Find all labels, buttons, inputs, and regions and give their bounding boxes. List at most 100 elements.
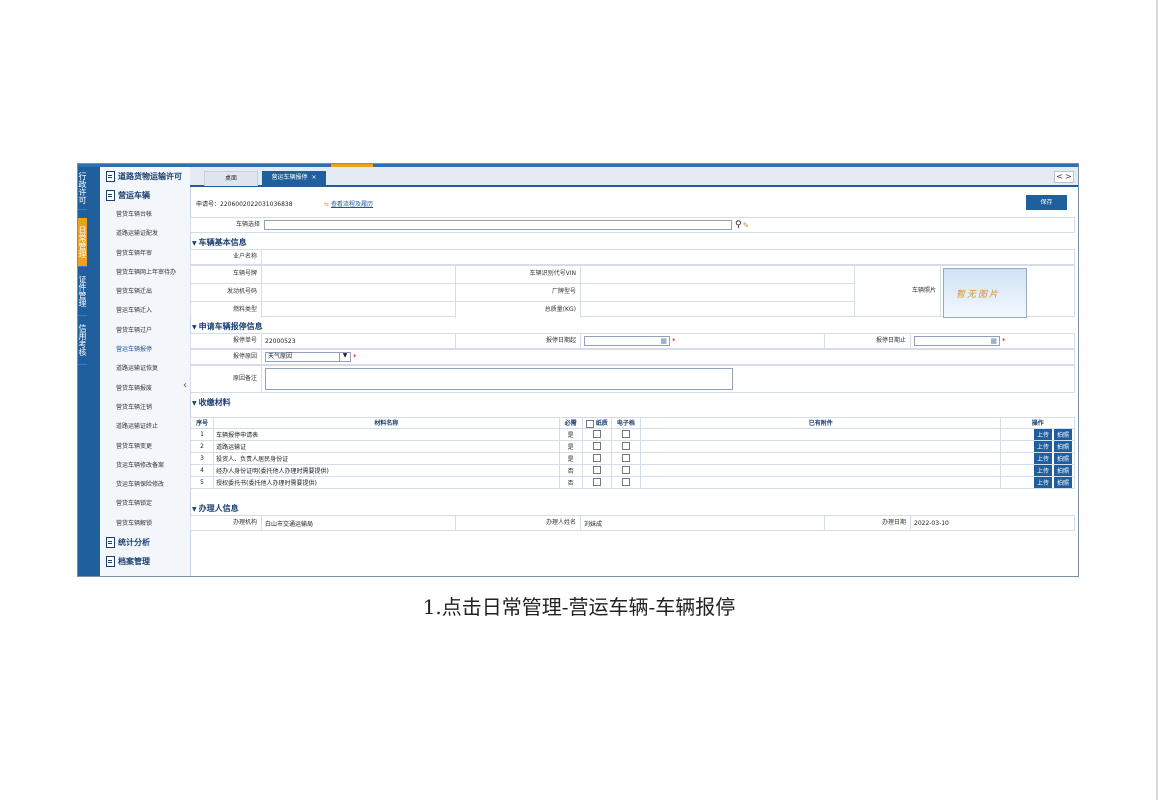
paper-checkbox[interactable] bbox=[592, 454, 601, 462]
remark-label: 原因备注 bbox=[191, 366, 261, 392]
mass-label: 总质量(KG) bbox=[455, 302, 580, 318]
org-value: 白山市交通运输局 bbox=[261, 516, 455, 530]
menu-item[interactable]: 营货车辆报废 bbox=[100, 379, 190, 398]
required-mark: * bbox=[672, 337, 676, 345]
menu-item[interactable]: 营货车辆过户 bbox=[100, 321, 190, 340]
reason-select[interactable]: 天气原因 ▼ bbox=[265, 352, 351, 362]
row-attachments bbox=[640, 451, 1002, 465]
handle-date-label: 办理日期 bbox=[824, 516, 910, 530]
vehicle-select-row: 车辆选择 ⚲ ✎ bbox=[190, 217, 1075, 233]
tab-bar: 桌面 营运车辆报停 × < > bbox=[190, 167, 1078, 187]
side-tab-admin-license[interactable]: 行政许可 bbox=[78, 167, 87, 210]
menu-item[interactable]: 营货车辆年审 bbox=[100, 244, 190, 263]
section-apply: ▼ 申请车辆报停信息 bbox=[192, 321, 263, 332]
electronic-checkbox[interactable] bbox=[621, 454, 630, 462]
upload-button[interactable]: 上传 bbox=[1033, 476, 1052, 488]
vehicle-select-input[interactable] bbox=[264, 220, 732, 230]
search-icon[interactable]: ⚲ bbox=[735, 220, 742, 230]
row-required: 是 bbox=[558, 427, 583, 441]
photo-button[interactable]: 拍照 bbox=[1053, 452, 1072, 464]
chevron-down-icon[interactable]: ▼ bbox=[192, 506, 197, 513]
menu-item[interactable]: 营运车辆迁入 bbox=[100, 301, 190, 320]
main-content: 桌面 营运车辆报停 × < > 申请号：22060020220310368​38 … bbox=[189, 167, 1078, 576]
menu-item[interactable]: 货运车辆修改备案 bbox=[100, 456, 190, 475]
save-button[interactable]: 保存 bbox=[1026, 195, 1067, 210]
tab-vehicle-suspend[interactable]: 营运车辆报停 × bbox=[262, 171, 326, 185]
electronic-checkbox[interactable] bbox=[621, 478, 630, 486]
table-row: 4 经办人身份证明(委托他人办理时需要提供) 否 上传 拍照 bbox=[189, 463, 1075, 477]
electronic-checkbox[interactable] bbox=[621, 466, 630, 474]
calendar-icon[interactable]: ▦ bbox=[990, 337, 997, 345]
photo-button[interactable]: 拍照 bbox=[1053, 464, 1072, 476]
chevron-down-icon[interactable]: ▼ bbox=[339, 352, 350, 362]
row-material-name: 车辆报停申请表 bbox=[213, 427, 560, 441]
document-icon bbox=[106, 556, 115, 568]
photo-button[interactable]: 拍照 bbox=[1053, 428, 1072, 440]
clear-icon[interactable]: ✎ bbox=[743, 221, 750, 230]
apply-info-row: 申请号：22060020220310368​38 ⇆ 查看流程及履历 bbox=[190, 197, 1078, 209]
menu-item[interactable]: 道路运输证恢复 bbox=[100, 359, 190, 378]
menu-item[interactable]: 道路运输证配发 bbox=[100, 224, 190, 243]
menu-item[interactable]: 营货车辆台帐 bbox=[100, 205, 190, 224]
end-date-input[interactable]: ▦ bbox=[914, 336, 1000, 346]
mass-value bbox=[580, 302, 854, 318]
menu-item[interactable]: 营货车辆迁出 bbox=[100, 282, 190, 301]
side-tab-cert[interactable]: 证件管理 bbox=[78, 267, 87, 316]
section-title: 申请车辆报停信息 bbox=[198, 322, 263, 331]
menu-group-archive[interactable]: 档案管理 bbox=[100, 552, 190, 571]
chevron-down-icon[interactable]: ▼ bbox=[192, 400, 197, 407]
upload-button[interactable]: 上传 bbox=[1033, 428, 1052, 440]
start-date-input[interactable]: ▦ bbox=[584, 336, 670, 346]
chevron-right-icon[interactable]: > bbox=[1064, 172, 1073, 182]
plate-value bbox=[261, 266, 455, 283]
menu-item-vehicle-suspend[interactable]: 营运车辆报停 bbox=[100, 340, 190, 359]
section-basic: ▼ 车辆基本信息 bbox=[192, 237, 247, 248]
app-window: 行政许可 日常管理 证件管理 信用考核 道路货物运输许可 营运车辆 营货车辆台帐… bbox=[77, 163, 1079, 577]
paper-checkbox[interactable] bbox=[592, 442, 601, 450]
table-row: 3 投资人、负责人居民身份证是 上传 拍照 bbox=[189, 451, 1075, 465]
section-handler: ▼ 办理人信息 bbox=[192, 503, 239, 514]
upload-button[interactable]: 上传 bbox=[1033, 452, 1052, 464]
menu-item[interactable]: 营货车辆网上年审待办 bbox=[100, 263, 190, 282]
menu-group-vehicle[interactable]: 营运车辆 bbox=[100, 186, 190, 205]
menu-item[interactable]: 营货车辆锁定 bbox=[100, 494, 190, 513]
paper-checkbox[interactable] bbox=[592, 466, 601, 474]
menu-item[interactable]: 营货车辆变更 bbox=[100, 437, 190, 456]
tab-home[interactable]: 桌面 bbox=[204, 171, 258, 186]
row-no: 4 bbox=[189, 463, 215, 477]
electronic-checkbox[interactable] bbox=[621, 442, 630, 450]
photo-button[interactable]: 拍照 bbox=[1053, 440, 1072, 452]
upload-button[interactable]: 上传 bbox=[1033, 440, 1052, 452]
document-icon bbox=[106, 190, 115, 201]
paper-checkbox[interactable] bbox=[592, 478, 601, 486]
menu-item[interactable]: 营货车辆注销 bbox=[100, 398, 190, 417]
menu-item[interactable]: 货运车辆保险修改 bbox=[100, 475, 190, 494]
chevron-left-icon[interactable]: < bbox=[1055, 172, 1064, 182]
reason-selected: 天气原因 bbox=[268, 353, 293, 360]
chevron-down-icon[interactable]: ▼ bbox=[192, 324, 197, 331]
tab-nav: < > bbox=[1054, 171, 1074, 183]
menu-item[interactable]: 道路运输证终止 bbox=[100, 417, 190, 436]
paper-checkbox[interactable] bbox=[592, 430, 601, 438]
menu-group-stats[interactable]: 统计分析 bbox=[100, 533, 190, 552]
col-name: 材料名称 bbox=[213, 417, 560, 429]
photo-button[interactable]: 拍照 bbox=[1053, 476, 1072, 488]
calendar-icon[interactable]: ▦ bbox=[660, 337, 667, 345]
close-icon[interactable]: × bbox=[311, 174, 316, 181]
remark-textarea[interactable] bbox=[265, 368, 733, 390]
menu-item[interactable]: 营货车辆解锁 bbox=[100, 514, 190, 533]
col-required: 必需 bbox=[558, 417, 583, 429]
side-tab-credit[interactable]: 信用考核 bbox=[78, 316, 87, 365]
view-flow-label: 查看流程及履历 bbox=[331, 201, 374, 208]
table-row: 2 道路运输证是 上传 拍照 bbox=[189, 439, 1075, 453]
side-tab-daily[interactable]: 日常管理 bbox=[78, 218, 87, 267]
col-paper-label: 纸质 bbox=[595, 420, 608, 427]
chevron-down-icon[interactable]: ▼ bbox=[192, 240, 197, 247]
section-title: 收缴材料 bbox=[198, 398, 231, 407]
collapse-menu-icon[interactable]: ‹ bbox=[183, 380, 187, 391]
electronic-checkbox[interactable] bbox=[621, 430, 630, 438]
paper-all-checkbox[interactable] bbox=[585, 419, 594, 428]
menu-group-freight[interactable]: 道路货物运输许可 bbox=[100, 167, 190, 186]
upload-button[interactable]: 上传 bbox=[1033, 464, 1052, 476]
view-flow-link[interactable]: ⇆ 查看流程及履历 bbox=[324, 199, 373, 208]
